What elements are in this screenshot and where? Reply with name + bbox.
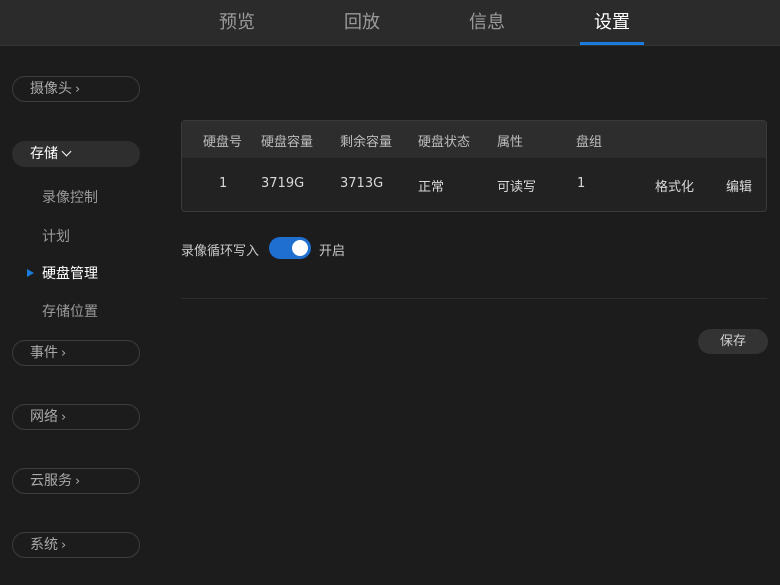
tab-settings[interactable]: 设置 <box>580 0 644 45</box>
active-bullet-icon <box>27 269 34 277</box>
top-nav-bar: 预览 回放 信息 设置 <box>0 0 780 46</box>
sidebar-item-label: 云服务 <box>30 473 72 489</box>
toggle-knob <box>292 240 308 256</box>
tab-playback[interactable]: 回放 <box>330 0 394 45</box>
chevron-down-icon <box>61 146 72 157</box>
chevron-right-icon: › <box>75 82 81 97</box>
sidebar-item-label: 网络 <box>30 409 58 425</box>
column-header-group: 盘组 <box>576 135 603 150</box>
cell-free: 3713G <box>340 176 384 191</box>
cell-status: 正常 <box>418 180 445 195</box>
chevron-right-icon: › <box>61 346 67 361</box>
sidebar-item-system[interactable]: 系统 › <box>12 532 140 558</box>
cell-group: 1 <box>577 176 586 191</box>
chevron-right-icon: › <box>61 538 67 553</box>
edit-button[interactable]: 编辑 <box>726 176 752 195</box>
sidebar-item-label: 存储 <box>30 146 58 162</box>
disk-table: 硬盘号 硬盘容量 剩余容量 硬盘状态 属性 盘组 1 3719G 3713G 正… <box>181 120 767 212</box>
chevron-right-icon: › <box>61 410 67 425</box>
cell-attribute: 可读写 <box>497 180 537 195</box>
column-header-disk-no: 硬盘号 <box>203 135 243 150</box>
sidebar-item-label: 系统 <box>30 537 58 553</box>
save-button[interactable]: 保存 <box>698 329 768 354</box>
sidebar-item-event[interactable]: 事件 › <box>12 340 140 366</box>
sidebar-sub-record-control[interactable]: 录像控制 <box>42 188 98 208</box>
loop-write-label: 录像循环写入 <box>181 244 260 259</box>
chevron-right-icon: › <box>75 474 81 489</box>
cell-capacity: 3719G <box>261 176 305 191</box>
column-header-attribute: 属性 <box>497 135 524 150</box>
sidebar-sub-storage-location[interactable]: 存储位置 <box>42 302 98 322</box>
tab-info[interactable]: 信息 <box>455 0 519 45</box>
sidebar-sub-disk-management[interactable]: 硬盘管理 <box>42 264 98 284</box>
format-button[interactable]: 格式化 <box>655 176 694 195</box>
sidebar-item-network[interactable]: 网络 › <box>12 404 140 430</box>
column-header-free: 剩余容量 <box>340 135 393 150</box>
column-header-status: 硬盘状态 <box>418 135 471 150</box>
sidebar-item-cloud[interactable]: 云服务 › <box>12 468 140 494</box>
tab-preview[interactable]: 预览 <box>205 0 269 45</box>
sidebar-item-storage[interactable]: 存储 <box>12 141 140 167</box>
sidebar-item-camera[interactable]: 摄像头 › <box>12 76 140 102</box>
table-header: 硬盘号 硬盘容量 剩余容量 硬盘状态 属性 盘组 <box>182 121 766 158</box>
loop-write-state: 开启 <box>319 244 346 259</box>
loop-write-toggle[interactable] <box>269 237 311 259</box>
column-header-capacity: 硬盘容量 <box>261 135 314 150</box>
sidebar-sub-schedule[interactable]: 计划 <box>42 227 70 247</box>
divider <box>181 298 767 299</box>
sidebar-item-label: 摄像头 <box>30 81 72 97</box>
sidebar-item-label: 事件 <box>30 345 58 361</box>
cell-disk-no: 1 <box>219 176 228 191</box>
